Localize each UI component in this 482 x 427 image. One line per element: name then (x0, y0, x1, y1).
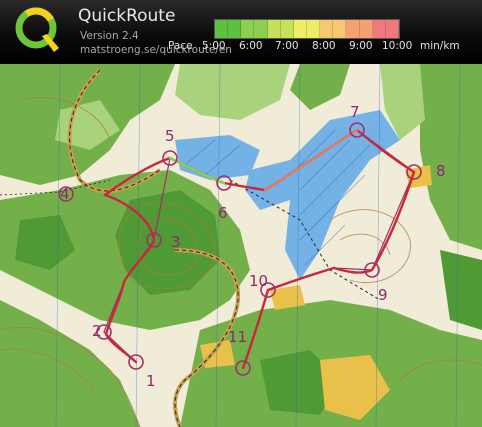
pace-unit: min/km (420, 40, 460, 52)
pace-color-cell (228, 20, 242, 38)
pace-tick: 5:00 (202, 40, 226, 52)
pace-scale: Pace 5:00 6:00 7:00 8:00 9:00 10:00 min/… (168, 40, 468, 54)
app-title: QuickRoute (78, 6, 176, 26)
control-number-9: 9 (378, 286, 388, 304)
pace-color-cell (385, 20, 399, 38)
control-number-6: 6 (218, 204, 228, 222)
pace-tick: 6:00 (239, 40, 263, 52)
pace-tick: 9:00 (349, 40, 373, 52)
pace-color-cell (254, 20, 268, 38)
pace-color-cell (267, 20, 281, 38)
pace-color-cell (333, 20, 347, 38)
pace-color-bar (214, 19, 400, 39)
pace-color-cell (359, 20, 373, 38)
pace-tick: 8:00 (312, 40, 336, 52)
quickroute-window: QuickRoute Version 2.4 matstroeng.se/qui… (0, 0, 482, 427)
pace-color-cell (215, 20, 229, 38)
control-number-2: 2 (92, 322, 102, 340)
pace-color-cell (280, 20, 294, 38)
quickroute-logo-icon (15, 7, 59, 52)
orienteering-map[interactable]: 1 2 3 4 5 6 7 8 9 10 11 (0, 64, 482, 427)
header-bar: QuickRoute Version 2.4 matstroeng.se/qui… (0, 0, 482, 64)
pace-tick: 7:00 (275, 40, 299, 52)
control-number-8: 8 (436, 162, 446, 180)
control-number-5: 5 (165, 127, 175, 145)
pace-label: Pace (168, 40, 193, 52)
control-number-7: 7 (350, 103, 360, 121)
control-number-10: 10 (249, 272, 268, 290)
pace-color-cell (320, 20, 334, 38)
pace-color-cell (372, 20, 386, 38)
pace-color-cell (306, 20, 321, 38)
control-number-3: 3 (171, 233, 181, 251)
control-number-4: 4 (60, 185, 70, 203)
pace-tick: 10:00 (382, 40, 413, 52)
control-number-11: 11 (228, 328, 247, 346)
pace-color-cell (346, 20, 360, 38)
control-number-1: 1 (146, 372, 156, 390)
app-version: Version 2.4 (80, 30, 139, 42)
pace-color-cell (241, 20, 255, 38)
pace-color-cell (293, 20, 307, 38)
